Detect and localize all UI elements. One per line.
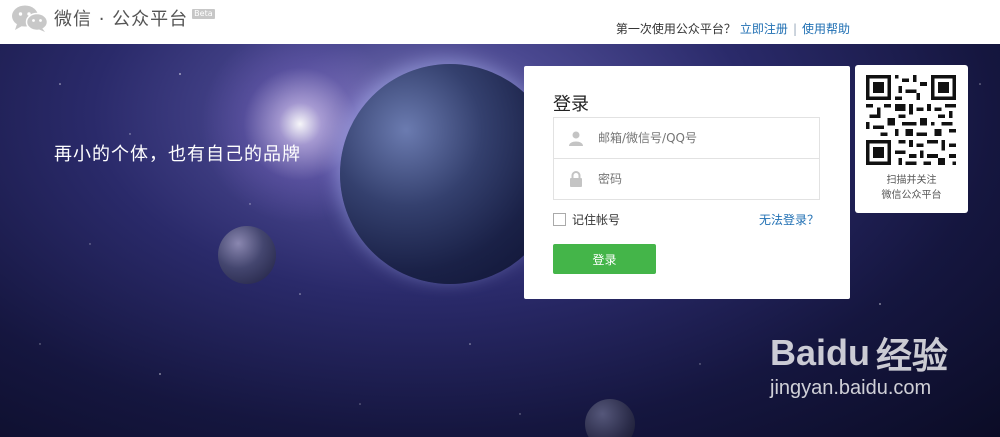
cannot-login-link[interactable]: 无法登录？: [759, 211, 819, 228]
link-separator: |: [792, 21, 797, 36]
beta-badge: Beta: [192, 9, 215, 19]
brand-part-a: Bai: [770, 332, 827, 373]
login-button[interactable]: 登录: [553, 244, 656, 274]
qr-caption-line2: 微信公众平台: [881, 190, 942, 201]
slogan: 再小的个体，也有自己的品牌: [54, 144, 301, 165]
header-links: 第一次使用公众平台？ 立即注册 | 使用帮助: [616, 20, 850, 37]
login-title: 登录: [553, 94, 589, 115]
qr-code-icon: [866, 75, 956, 165]
qr-caption-line1: 扫描并关注: [886, 175, 937, 186]
username-field[interactable]: [553, 117, 820, 159]
remember-account[interactable]: 记住帐号: [553, 211, 620, 228]
watermark-url: jingyan.baidu.com: [770, 377, 932, 399]
user-icon: [554, 118, 598, 158]
qr-panel: 扫描并关注 微信公众平台: [855, 65, 968, 213]
wechat-logo-icon: [10, 3, 50, 33]
username-input[interactable]: [598, 123, 798, 153]
lock-icon: [554, 159, 598, 199]
platform-title: 微信 · 公众平台: [54, 9, 189, 30]
first-time-text: 第一次使用公众平台？: [615, 22, 736, 36]
login-panel: 登录 记住帐号 无法登录？ 登录: [524, 66, 850, 299]
baidu-watermark: Bai du 经验 jingyan.baidu.com: [770, 327, 948, 400]
brand-part-b: du: [826, 332, 871, 373]
password-field[interactable]: [553, 158, 820, 200]
remember-label: 记住帐号: [572, 213, 621, 227]
wechat-logo[interactable]: 微信 · 公众平台 Beta: [10, 3, 215, 33]
help-link[interactable]: 使用帮助: [802, 20, 850, 37]
remember-checkbox[interactable]: [553, 213, 566, 226]
baidu-brand: Bai du 经验: [770, 327, 948, 379]
top-header: 微信 · 公众平台 Beta 第一次使用公众平台？ 立即注册 | 使用帮助: [0, 0, 1000, 44]
brand-part-c: 经验: [876, 335, 949, 376]
small-planet: [218, 226, 276, 284]
register-link[interactable]: 立即注册: [740, 20, 788, 37]
password-input[interactable]: [598, 164, 798, 194]
